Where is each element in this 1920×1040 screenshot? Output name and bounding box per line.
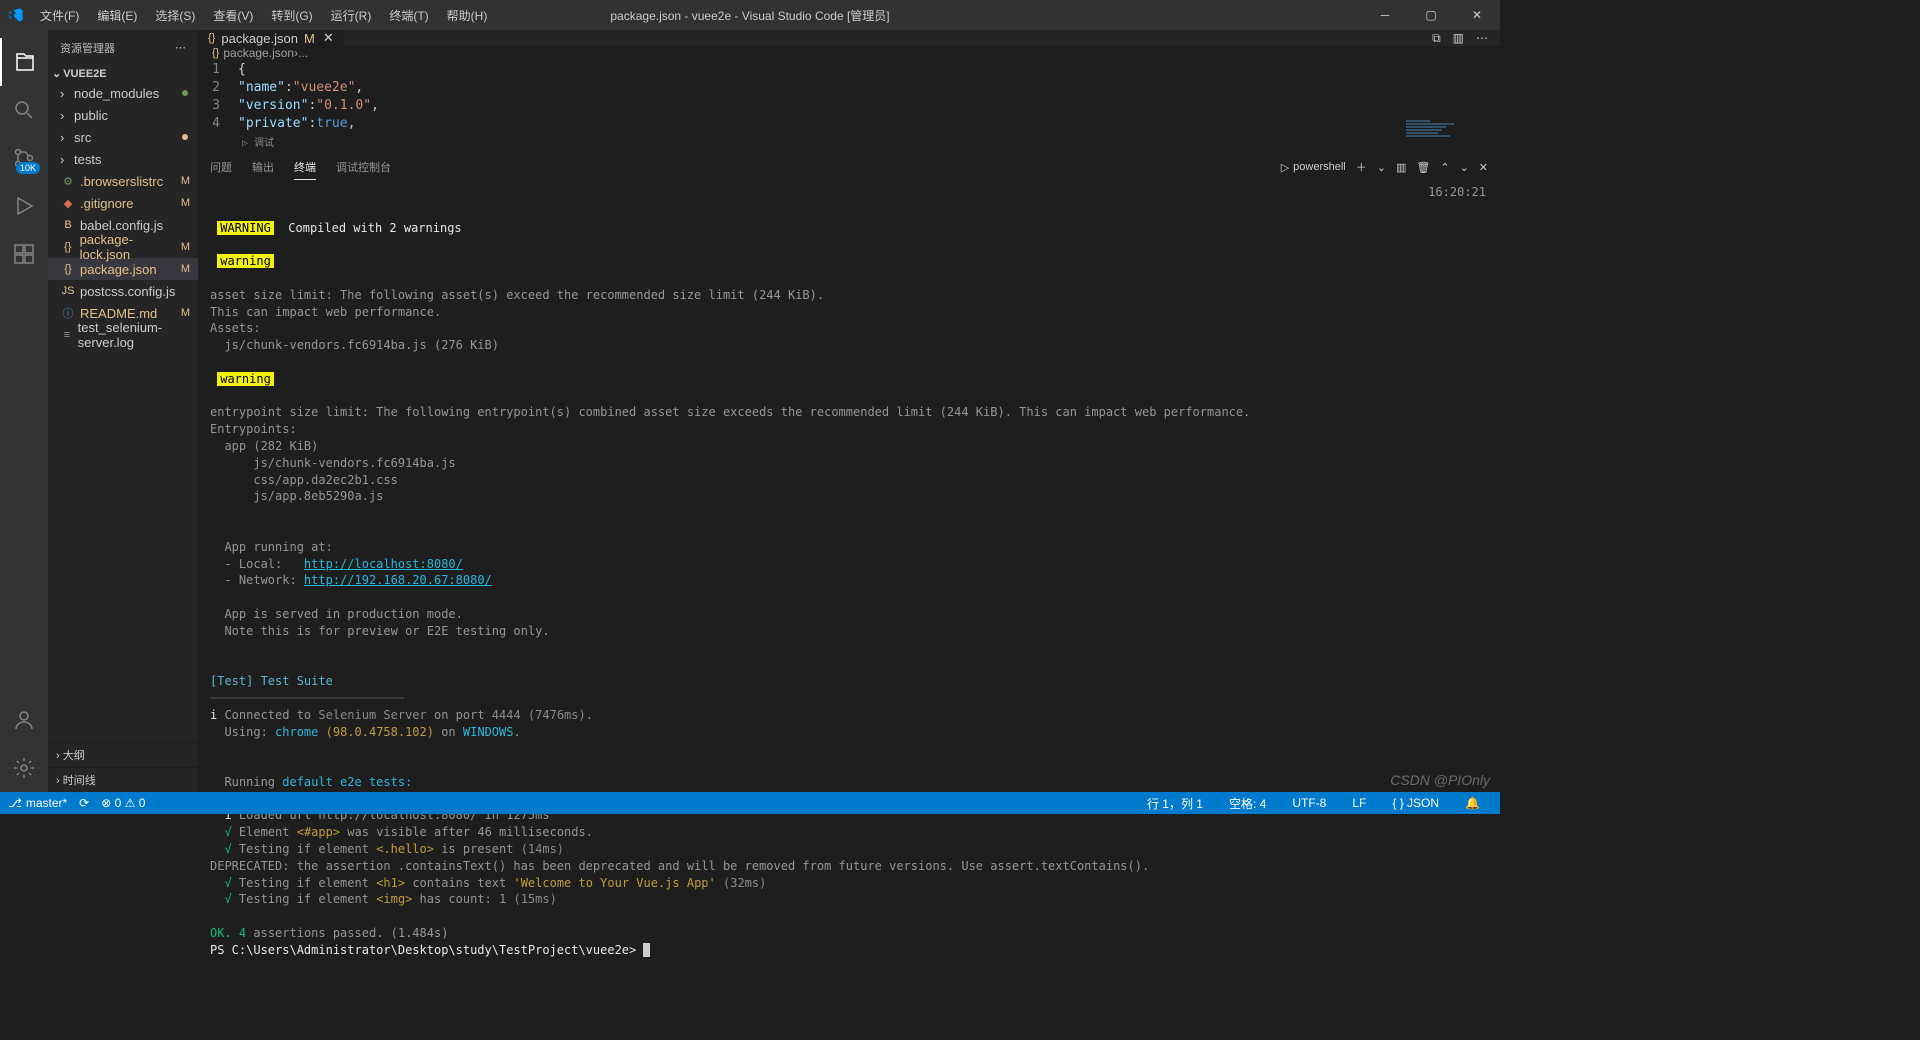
- outline-section[interactable]: › 大纲: [48, 742, 198, 767]
- panel-tab-debug[interactable]: 调试控制台: [336, 155, 391, 179]
- tab-close-icon[interactable]: ✕: [323, 30, 334, 46]
- menu-view[interactable]: 查看(V): [205, 3, 261, 28]
- new-terminal-dropdown-icon[interactable]: ⌄: [1377, 161, 1386, 174]
- menu-help[interactable]: 帮助(H): [439, 3, 496, 28]
- json-icon: {}: [208, 32, 215, 44]
- status-branch[interactable]: ⎇ master*: [8, 796, 67, 810]
- status-bar: ⎇ master* ⟳ ⊗ 0 ⚠ 0 行 1，列 1 空格: 4 UTF-8 …: [0, 792, 1500, 814]
- panel-tab-output[interactable]: 输出: [252, 155, 274, 179]
- status-indent[interactable]: 空格: 4: [1229, 795, 1266, 812]
- file-postcss-config[interactable]: JSpostcss.config.js: [48, 280, 198, 302]
- status-sync[interactable]: ⟳: [79, 796, 89, 810]
- folder-public[interactable]: ›public: [48, 104, 198, 126]
- split-terminal-icon[interactable]: ▥: [1396, 161, 1406, 174]
- file-gitignore[interactable]: ◆.gitignoreM: [48, 192, 198, 214]
- activity-bar: 10K: [0, 30, 48, 792]
- file-selenium-log[interactable]: ≡test_selenium-server.log: [48, 324, 198, 346]
- folder-tests[interactable]: ›tests: [48, 148, 198, 170]
- file-package-lock[interactable]: {}package-lock.jsonM: [48, 236, 198, 258]
- folder-node-modules[interactable]: ›node_modules: [48, 82, 198, 104]
- tab-package-json[interactable]: {} package.json M ✕: [198, 30, 345, 46]
- menu-edit[interactable]: 编辑(E): [89, 3, 145, 28]
- timeline-section[interactable]: › 时间线: [48, 767, 198, 792]
- settings-icon[interactable]: [0, 744, 48, 792]
- close-button[interactable]: ✕: [1454, 0, 1500, 30]
- menu-bar: 文件(F) 编辑(E) 选择(S) 查看(V) 转到(G) 运行(R) 终端(T…: [32, 3, 495, 28]
- extensions-icon[interactable]: [0, 230, 48, 278]
- minimize-button[interactable]: ─: [1362, 0, 1408, 30]
- file-browserslistrc[interactable]: ⚙.browserslistrcM: [48, 170, 198, 192]
- compare-icon[interactable]: ⧉: [1432, 31, 1441, 46]
- scm-icon[interactable]: 10K: [0, 134, 48, 182]
- window-title: package.json - vuee2e - Visual Studio Co…: [610, 7, 889, 24]
- status-encoding[interactable]: UTF-8: [1292, 795, 1326, 812]
- terminal-timestamp: 16:20:21: [1428, 184, 1486, 201]
- bottom-panel: 问题 输出 终端 调试控制台 ▷ powershell ＋ ⌄ ▥ 🗑 ⌃ ⌄ …: [198, 151, 1500, 963]
- menu-file[interactable]: 文件(F): [32, 3, 87, 28]
- explorer-sidebar: 资源管理器 ⋯ ⌄VUEE2E ›node_modules ›public ›s…: [48, 30, 198, 792]
- tab-more-icon[interactable]: ⋯: [1476, 31, 1488, 45]
- editor-tabs: {} package.json M ✕ ⧉ ▥ ⋯: [198, 30, 1500, 46]
- folder-src[interactable]: ›src: [48, 126, 198, 148]
- status-cursor-pos[interactable]: 行 1，列 1: [1147, 795, 1203, 812]
- status-language[interactable]: { } JSON: [1392, 795, 1439, 812]
- status-notifications-icon[interactable]: 🔔: [1465, 795, 1480, 812]
- menu-terminal[interactable]: 终端(T): [381, 3, 436, 28]
- run-debug-icon[interactable]: [0, 182, 48, 230]
- menu-goto[interactable]: 转到(G): [263, 3, 320, 28]
- status-eol[interactable]: LF: [1352, 795, 1366, 812]
- breadcrumb[interactable]: {} package.json › ...: [198, 46, 1500, 60]
- scm-badge: 10K: [16, 162, 40, 174]
- panel-tab-problems[interactable]: 问题: [210, 155, 232, 179]
- menu-run[interactable]: 运行(R): [323, 3, 380, 28]
- minimap[interactable]: [1406, 120, 1486, 180]
- debug-codelens[interactable]: ▷ 调试: [242, 134, 1500, 149]
- maximize-button[interactable]: ▢: [1408, 0, 1454, 30]
- terminal-content[interactable]: 16:20:21 WARNING Compiled with 2 warning…: [198, 182, 1500, 963]
- panel-tab-terminal[interactable]: 终端: [294, 155, 316, 180]
- menu-select[interactable]: 选择(S): [147, 3, 203, 28]
- terminal-cursor: [643, 943, 650, 957]
- project-root[interactable]: ⌄VUEE2E: [48, 65, 198, 82]
- explorer-icon[interactable]: [0, 38, 48, 86]
- title-bar: 文件(F) 编辑(E) 选择(S) 查看(V) 转到(G) 运行(R) 终端(T…: [0, 0, 1500, 30]
- watermark: CSDN @PIOnly: [1390, 772, 1490, 788]
- sidebar-title: 资源管理器: [60, 40, 115, 56]
- vscode-logo-icon: [8, 7, 24, 23]
- terminal-selector[interactable]: ▷ powershell: [1281, 161, 1346, 174]
- sidebar-more-icon[interactable]: ⋯: [175, 41, 186, 54]
- accounts-icon[interactable]: [0, 696, 48, 744]
- split-icon[interactable]: ▥: [1453, 31, 1464, 45]
- search-icon[interactable]: [0, 86, 48, 134]
- new-terminal-icon[interactable]: ＋: [1356, 159, 1367, 175]
- json-icon: {}: [212, 47, 219, 59]
- code-editor[interactable]: 1{ 2 "name": "vuee2e", 3 "version": "0.1…: [198, 60, 1500, 151]
- status-problems[interactable]: ⊗ 0 ⚠ 0: [101, 796, 145, 810]
